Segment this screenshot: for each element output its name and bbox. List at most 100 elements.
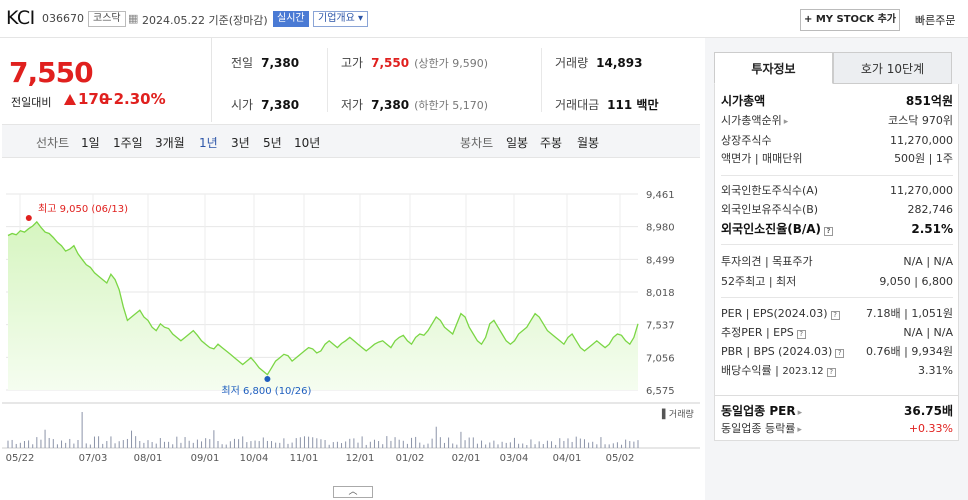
current-price: 7,550: [9, 56, 94, 89]
tab-monthly[interactable]: 월봉: [577, 134, 599, 151]
upper-limit: (상한가 9,590): [414, 57, 488, 70]
x-tick-label: 12/01: [346, 453, 375, 464]
x-tick-label: 10/04: [240, 453, 269, 464]
row-market-cap-rank[interactable]: 시가총액순위 ▸ 코스닥 970위: [721, 113, 953, 129]
help-icon[interactable]: ?: [796, 330, 806, 339]
price-chart[interactable]: 9,461 8,980 8,499 8,018 7,537 7,056 6,575 05/22…: [2, 160, 700, 500]
stat-label: 시가: [231, 98, 254, 112]
stat-label: 거래대금: [555, 98, 600, 112]
x-tick-label: 07/03: [79, 453, 108, 464]
row-est-per: 추정PER | EPS? N/A | N/A: [721, 325, 953, 341]
stat-prev: 전일 7,380: [231, 54, 299, 71]
row-label-text: 추정PER | EPS: [721, 326, 794, 339]
separator: [721, 175, 953, 176]
chevron-down-icon: ▾: [358, 13, 364, 24]
stat-high: 고가 7,550 (상한가 9,590): [341, 54, 488, 71]
tab-3y[interactable]: 3년: [231, 134, 250, 151]
row-label: 시가총액: [721, 94, 766, 108]
row-value: 2.51%: [911, 222, 953, 236]
per-value: 7.18배: [866, 307, 901, 320]
x-tick-label: 03/04: [500, 453, 529, 464]
stat-label: 고가: [341, 56, 364, 70]
help-icon[interactable]: ?: [824, 227, 834, 236]
stat-value: 14,893: [596, 56, 643, 70]
quick-order-button[interactable]: 빠른주문: [915, 12, 955, 28]
row-opinion: 투자의견 | 목표주가 N/A | N/A: [721, 254, 953, 270]
info-tabs: 투자정보 호가 10단계: [714, 52, 959, 84]
y-tick-label: 7,056: [646, 353, 675, 364]
market-badge: 코스닥: [88, 11, 126, 27]
row-value: 7.18배 | 1,051원: [866, 307, 953, 320]
tab-order-book[interactable]: 호가 10단계: [833, 52, 952, 84]
pbr-value: 0.76배: [866, 345, 901, 358]
row-label: 동일업종 등락률 ▸: [721, 421, 802, 438]
row-pbr: PBR | BPS (2024.03)? 0.76배 | 9,934원: [721, 344, 953, 360]
volume-legend: ▌거래량: [661, 408, 694, 420]
row-foreign-limit: 외국인한도주식수(A) 11,270,000: [721, 183, 953, 199]
high-label: 최고 9,050 (06/13): [38, 203, 128, 215]
row-value: 3.31%: [918, 364, 953, 377]
row-label: PER | EPS(2024.03)?: [721, 306, 840, 322]
tab-investment-info[interactable]: 투자정보: [714, 52, 833, 84]
help-icon[interactable]: ?: [826, 368, 836, 377]
stock-header: KCI 036670 코스닥 ▦ 2024.05.22 기준(장마감) 실시간 …: [0, 0, 968, 38]
low-marker: [264, 376, 271, 382]
row-label: 외국인소진율(B/A)?: [721, 221, 834, 237]
row-industry-change[interactable]: 동일업종 등락률 ▸ +0.33%: [721, 421, 953, 437]
stock-name: KCI: [6, 7, 35, 29]
y-tick-label: 7,537: [646, 321, 675, 332]
row-per: PER | EPS(2024.03)? 7.18배 | 1,051원: [721, 306, 953, 322]
x-tick-label: 05/22: [6, 453, 35, 464]
tab-daily[interactable]: 일봉: [506, 134, 528, 151]
row-label: 외국인보유주식수(B): [721, 203, 819, 216]
tab-weekly[interactable]: 주봉: [540, 134, 562, 151]
tab-3m[interactable]: 3개월: [155, 134, 185, 151]
x-tick-label: 04/01: [553, 453, 582, 464]
row-value: +0.33%: [908, 422, 953, 435]
tab-1w[interactable]: 1주일: [113, 134, 143, 151]
x-tick-label: 01/02: [396, 453, 425, 464]
row-label-text: 외국인소진율(B/A): [721, 222, 822, 236]
realtime-button[interactable]: 실시간: [273, 11, 309, 27]
row-label: 시가총액순위 ▸: [721, 113, 788, 130]
help-icon[interactable]: ?: [830, 311, 840, 320]
stat-value: 7,380: [371, 98, 410, 112]
row-value: 코스닥 970위: [888, 114, 953, 127]
eps-value: 1,051원: [911, 307, 953, 320]
dividend-date: 2023.12: [782, 366, 824, 377]
tab-5y[interactable]: 5년: [263, 134, 282, 151]
x-tick-label: 05/02: [606, 453, 635, 464]
collapse-chart-button[interactable]: ︿: [333, 486, 373, 498]
row-industry-per[interactable]: 동일업종 PER ▸ 36.75배: [721, 403, 953, 419]
help-icon[interactable]: ?: [835, 349, 845, 358]
row-foreign-holding: 외국인보유주식수(B) 282,746: [721, 202, 953, 218]
tab-1d[interactable]: 1일: [81, 134, 100, 151]
row-label-text: 배당수익률: [721, 364, 772, 377]
divider: [541, 48, 542, 112]
separator: [721, 297, 953, 298]
company-info-dropdown[interactable]: 기업개요 ▾: [313, 11, 369, 27]
tab-1y[interactable]: 1년: [199, 134, 218, 151]
row-label: 외국인한도주식수(A): [721, 184, 819, 197]
y-tick-label: 8,980: [646, 223, 675, 234]
row-value: 36.75배: [904, 404, 953, 418]
chart-period-tabs: 선차트 1일 1주일 3개월 1년 3년 5년 10년 봉차트 일봉 주봉 월봉: [2, 124, 700, 158]
row-label-text: PER | EPS(2024.03): [721, 307, 828, 320]
add-mystock-button[interactable]: + MY STOCK 추가: [800, 9, 900, 31]
row-label-text: 동일업종 PER: [721, 404, 796, 418]
tab-10y[interactable]: 10년: [294, 134, 320, 151]
separator: [721, 244, 953, 245]
stat-label: 저가: [341, 98, 364, 112]
y-tick-label: 8,499: [646, 255, 675, 266]
stat-open: 시가 7,380: [231, 96, 299, 113]
calendar-icon: ▦: [128, 12, 139, 25]
stat-low: 저가 7,380 (하한가 5,170): [341, 96, 488, 113]
row-value: 500원 | 1주: [894, 152, 953, 165]
x-tick-label: 09/01: [191, 453, 220, 464]
lower-limit: (하한가 5,170): [414, 99, 488, 112]
row-label: PBR | BPS (2024.03)?: [721, 344, 845, 360]
stat-amount: 거래대금 111 백만: [555, 96, 658, 113]
low-label: 최저 6,800 (10/26): [221, 385, 311, 397]
y-tick-label: 8,018: [646, 288, 675, 299]
x-tick-label: 08/01: [134, 453, 163, 464]
